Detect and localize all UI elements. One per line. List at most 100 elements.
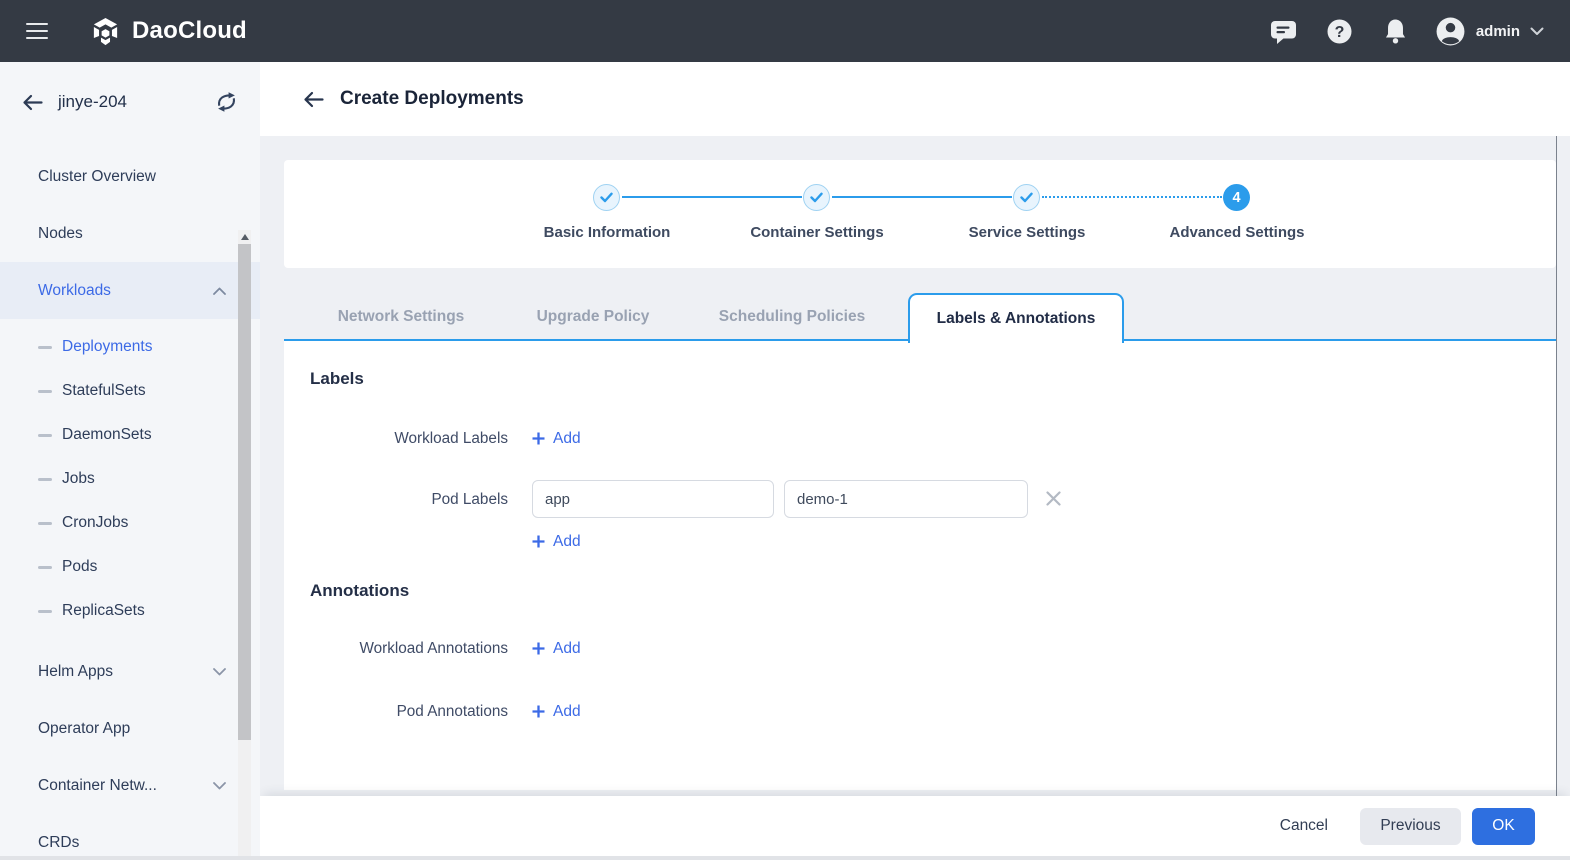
- sidebar-item-container-network[interactable]: Container Netw...: [0, 757, 260, 814]
- user-menu[interactable]: admin: [1435, 16, 1544, 47]
- pod-labels-label: Pod Labels: [284, 489, 508, 510]
- sidebar-menu: Cluster Overview Nodes Workloads Deploym…: [0, 142, 260, 860]
- add-workload-annotation-button[interactable]: Add: [532, 638, 581, 659]
- chevron-up-icon: [213, 282, 226, 300]
- settings-tab-bar: Network Settings Upgrade Policy Scheduli…: [284, 293, 1556, 341]
- add-workload-label-button[interactable]: Add: [532, 428, 581, 449]
- tab-network-settings[interactable]: Network Settings: [311, 293, 491, 341]
- brand: DaoCloud: [90, 16, 247, 47]
- dash-icon: [38, 610, 52, 613]
- tab-labels-annotations[interactable]: Labels & Annotations: [908, 293, 1124, 343]
- messages-icon[interactable]: [1267, 14, 1301, 48]
- sidebar-item-statefulsets[interactable]: StatefulSets: [0, 369, 260, 413]
- add-label-text: Add: [553, 531, 581, 552]
- labels-section-heading: Labels: [310, 368, 364, 390]
- wizard-footer: Cancel Previous OK: [260, 796, 1570, 856]
- sidebar-header: jinye-204: [0, 62, 260, 142]
- sidebar-item-label: Workloads: [38, 282, 111, 300]
- sidebar-item-label: Container Netw...: [38, 777, 157, 795]
- step-3-done-check-icon: [1013, 184, 1040, 211]
- add-pod-label-button[interactable]: Add: [532, 531, 581, 552]
- main-scrollbar[interactable]: [1556, 136, 1570, 796]
- pod-label-key-input[interactable]: [532, 480, 774, 518]
- sidebar-item-label: Deployments: [62, 338, 152, 356]
- sidebar-item-nodes[interactable]: Nodes: [0, 205, 260, 262]
- dash-icon: [38, 478, 52, 481]
- tab-upgrade-policy[interactable]: Upgrade Policy: [503, 293, 683, 341]
- plus-icon: [532, 432, 545, 445]
- chevron-down-icon: [213, 777, 226, 795]
- page-header: Create Deployments: [260, 62, 1570, 136]
- step-1-label: Basic Information: [497, 224, 717, 241]
- sidebar-item-daemonsets[interactable]: DaemonSets: [0, 413, 260, 457]
- plus-icon: [532, 705, 545, 718]
- workloads-submenu: Deployments StatefulSets DaemonSets Jobs…: [0, 325, 260, 633]
- svg-text:?: ?: [1335, 24, 1345, 41]
- pod-label-value-input[interactable]: [784, 480, 1028, 518]
- step-connector: [622, 196, 802, 198]
- step-4-label: Advanced Settings: [1127, 224, 1347, 241]
- sidebar-item-label: Cluster Overview: [38, 168, 156, 186]
- dash-icon: [38, 566, 52, 569]
- page-title: Create Deployments: [340, 88, 524, 110]
- step-2-label: Container Settings: [707, 224, 927, 241]
- brand-name: DaoCloud: [132, 17, 247, 45]
- user-name: admin: [1476, 23, 1520, 40]
- step-1-done-check-icon: [593, 184, 620, 211]
- step-4-current-badge: 4: [1223, 184, 1250, 211]
- labels-annotations-panel: Labels Workload Labels Add Pod Labels Ad…: [284, 341, 1556, 790]
- remove-pod-label-icon[interactable]: [1046, 491, 1061, 506]
- window-bottom-edge: [0, 856, 1570, 860]
- add-label-text: Add: [553, 638, 581, 659]
- topbar: DaoCloud ?: [0, 0, 1570, 62]
- cluster-name: jinye-204: [58, 92, 127, 112]
- pod-annotations-label: Pod Annotations: [284, 701, 508, 722]
- cancel-button[interactable]: Cancel: [1278, 809, 1330, 843]
- add-label-text: Add: [553, 428, 581, 449]
- notifications-bell-icon[interactable]: [1379, 14, 1413, 48]
- add-pod-annotation-button[interactable]: Add: [532, 701, 581, 722]
- scrollbar-thumb[interactable]: [238, 244, 251, 740]
- chevron-down-icon: [213, 663, 226, 681]
- sidebar-item-replicasets[interactable]: ReplicaSets: [0, 589, 260, 633]
- sidebar-item-helm-apps[interactable]: Helm Apps: [0, 643, 260, 700]
- tab-scheduling-policies[interactable]: Scheduling Policies: [692, 293, 892, 341]
- step-connector: [832, 196, 1012, 198]
- sidebar-item-jobs[interactable]: Jobs: [0, 457, 260, 501]
- step-2-done-check-icon: [803, 184, 830, 211]
- sidebar-scrollbar[interactable]: [238, 230, 251, 860]
- sidebar-item-label: ReplicaSets: [62, 602, 145, 620]
- sidebar-item-crds[interactable]: CRDs: [0, 814, 260, 860]
- cluster-back-icon[interactable]: [22, 94, 43, 111]
- previous-button[interactable]: Previous: [1360, 808, 1461, 845]
- ok-button[interactable]: OK: [1472, 808, 1535, 845]
- workload-annotations-label: Workload Annotations: [284, 638, 508, 659]
- sidebar-item-cluster-overview[interactable]: Cluster Overview: [0, 148, 260, 205]
- sidebar-item-workloads[interactable]: Workloads: [0, 262, 260, 319]
- sidebar-item-label: StatefulSets: [62, 382, 146, 400]
- sidebar-item-label: CRDs: [38, 834, 79, 852]
- menu-toggle-icon[interactable]: [26, 18, 48, 44]
- dash-icon: [38, 390, 52, 393]
- sidebar-item-operator-app[interactable]: Operator App: [0, 700, 260, 757]
- chevron-down-icon: [1530, 27, 1544, 36]
- step-number: 4: [1232, 190, 1240, 206]
- sidebar-item-pods[interactable]: Pods: [0, 545, 260, 589]
- step-connector-dotted: [1042, 196, 1222, 198]
- scroll-up-icon[interactable]: [241, 234, 249, 240]
- sidebar-item-deployments[interactable]: Deployments: [0, 325, 260, 369]
- page-back-icon[interactable]: [303, 91, 324, 108]
- help-icon[interactable]: ?: [1323, 14, 1357, 48]
- sidebar-item-label: Operator App: [38, 720, 130, 738]
- sidebar-item-label: Helm Apps: [38, 663, 113, 681]
- daocloud-logo-icon: [90, 16, 121, 47]
- plus-icon: [532, 535, 545, 548]
- sidebar-item-label: DaemonSets: [62, 426, 152, 444]
- workload-labels-label: Workload Labels: [284, 428, 508, 449]
- topbar-actions: ? admin: [1245, 14, 1544, 48]
- dash-icon: [38, 434, 52, 437]
- sidebar-item-label: CronJobs: [62, 514, 128, 532]
- sidebar-item-cronjobs[interactable]: CronJobs: [0, 501, 260, 545]
- annotations-section-heading: Annotations: [310, 580, 409, 602]
- switch-cluster-icon[interactable]: [215, 92, 238, 112]
